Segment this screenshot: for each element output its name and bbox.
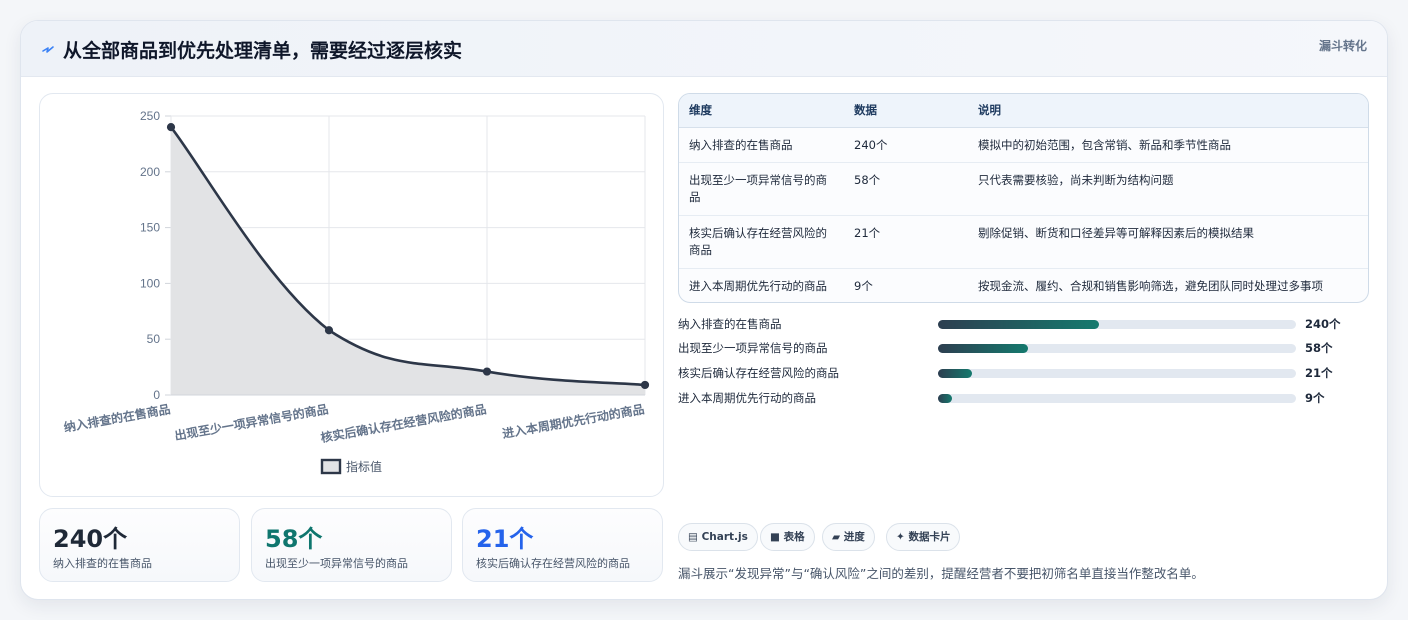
progress-label: 纳入排查的在售商品 xyxy=(678,317,782,331)
chip-table[interactable]: ■ 表格 xyxy=(760,523,815,551)
data-point xyxy=(640,380,650,390)
stat-label: 纳入排查的在售商品 xyxy=(53,557,152,570)
progress-value: 58个 xyxy=(1305,341,1333,355)
table-row: 出现至少一项异常信号的商品 58个 只代表需要核验，尚未判断为结构问题 xyxy=(679,162,1368,216)
progress-label: 核实后确认存在经营风险的商品 xyxy=(678,366,839,380)
chip-label: Chart.js xyxy=(701,531,748,543)
table-header-cell: 维度 xyxy=(679,94,844,128)
y-tick-label: 150 xyxy=(140,221,160,235)
series-area xyxy=(171,127,645,395)
y-tick-label: 0 xyxy=(153,388,160,402)
table-row: 纳入排查的在售商品 240个 模拟中的初始范围，包含常销、新品和季节性商品 xyxy=(679,127,1368,163)
chip-progress[interactable]: ▰ 进度 xyxy=(822,523,875,551)
progress-row: 核实后确认存在经营风险的商品 21个 xyxy=(678,364,1369,384)
progress-icon: ▰ xyxy=(832,531,841,543)
table-cell: 纳入排查的在售商品 xyxy=(679,127,844,163)
progress-fill xyxy=(938,369,972,378)
stat-value: 58个 xyxy=(265,525,323,553)
table-cell: 进入本周期优先行动的商品 xyxy=(689,278,827,293)
x-tick-label: 进入本周期优先行动的商品 xyxy=(501,401,645,441)
x-tick-label: 出现至少一项异常信号的商品 xyxy=(173,401,329,443)
progress-row: 纳入排查的在售商品 240个 xyxy=(678,315,1369,335)
data-point xyxy=(324,326,334,335)
chart-svg: 0 50 100 150 200 250 纳入排查的在售商品 出现至少一项异常信号的商品核实后… xyxy=(63,109,650,475)
progress-track xyxy=(938,394,1296,403)
chip-chartjs[interactable]: ▤ Chart.js xyxy=(678,523,758,551)
footnote: 漏斗展示“发现异常”与“确认风险”之间的差别，提醒经营者不要把初筛名单直接当作整… xyxy=(678,566,1204,581)
page-title: 从全部商品到优先处理清单，需要经过逐层核实 xyxy=(63,40,463,62)
progress-fill xyxy=(938,394,953,403)
table-row: 核实后确认存在经营风险的商品 21个 剔除促销、断货和口径差异等可解释因素后的模… xyxy=(679,215,1368,269)
y-tick-label: 200 xyxy=(140,165,160,179)
stat-value: 21个 xyxy=(476,525,534,553)
lightning-bolt-icon xyxy=(42,46,54,53)
y-tick-label: 250 xyxy=(140,109,160,123)
x-tick-label: 纳入排查的在售商品 xyxy=(63,401,172,435)
sparkle-icon: ✦ xyxy=(896,531,905,543)
legend-swatch xyxy=(320,458,342,475)
funnel-chart: 0 50 100 150 200 250 纳入排查的在售商品 出现至少一项异常信号的商品 核实后… xyxy=(39,93,664,497)
data-table: 维度 数据 说明 纳入排查的在售商品 240个 模拟中的初始范围，包含常销、新品… xyxy=(678,93,1369,303)
table-header-row: 维度 数据 说明 xyxy=(679,94,1368,128)
y-tick-label: 100 xyxy=(140,276,160,290)
category-tag: 漏斗转化 xyxy=(1318,39,1367,53)
progress-row: 进入本周期优先行动的商品 9个 xyxy=(678,389,1369,409)
chip-label: 进度 xyxy=(843,531,865,543)
stat-card-risk: 21个 核实后确认存在经营风险的商品 xyxy=(462,508,663,582)
data-point xyxy=(482,367,492,376)
table-cell: 240个 xyxy=(844,127,968,163)
data-point xyxy=(166,123,176,132)
table-icon: ■ xyxy=(770,531,780,543)
stat-label: 核实后确认存在经营风险的商品 xyxy=(476,557,630,570)
card-header: 从全部商品到优先处理清单，需要经过逐层核实 漏斗转化 xyxy=(21,21,1387,77)
progress-track xyxy=(938,344,1296,353)
progress-track xyxy=(938,369,1296,378)
legend-label: 指标值 xyxy=(346,459,382,474)
table-cell: 按现金流、履约、合规和销售影响筛选，避免团队同时处理过多事项 xyxy=(978,278,1323,293)
stat-label: 出现至少一项异常信号的商品 xyxy=(265,557,408,570)
table-cell: 9个 xyxy=(854,278,873,293)
table-header-cell: 数据 xyxy=(844,94,968,128)
chip-data-cards[interactable]: ✦ 数据卡片 xyxy=(886,523,961,551)
stat-value: 240个 xyxy=(53,525,128,553)
table-cell: 核实后确认存在经营风险的商品 xyxy=(679,215,844,269)
progress-label: 进入本周期优先行动的商品 xyxy=(678,391,816,405)
progress-value: 21个 xyxy=(1305,366,1333,380)
chip-label: 表格 xyxy=(783,531,805,543)
table-cell: 剔除促销、断货和口径差异等可解释因素后的模拟结果 xyxy=(968,215,1368,269)
progress-value: 9个 xyxy=(1305,391,1325,405)
table-row: 进入本周期优先行动的商品 9个 按现金流、履约、合规和销售影响筛选，避免团队同时… xyxy=(679,268,1368,302)
progress-fill xyxy=(938,320,1100,329)
chip-label: 数据卡片 xyxy=(908,531,951,543)
stat-card-total: 240个 纳入排查的在售商品 xyxy=(39,508,240,582)
table-header-cell: 说明 xyxy=(968,94,1368,128)
funnel-card: 从全部商品到优先处理清单，需要经过逐层核实 漏斗转化 0 50 100 150 200 2… xyxy=(20,20,1388,600)
y-tick-label: 50 xyxy=(147,332,161,346)
progress-label: 出现至少一项异常信号的商品 xyxy=(678,341,828,355)
progress-fill xyxy=(938,344,1028,353)
table-cell: 58个 xyxy=(844,162,968,216)
table-cell: 21个 xyxy=(844,215,968,269)
progress-value: 240个 xyxy=(1305,317,1341,331)
chart-icon: ▤ xyxy=(688,531,698,543)
stat-card-abnormal: 58个 出现至少一项异常信号的商品 xyxy=(251,508,452,582)
table-cell: 模拟中的初始范围，包含常销、新品和季节性商品 xyxy=(968,127,1368,163)
progress-row: 出现至少一项异常信号的商品 58个 xyxy=(678,339,1369,359)
table-cell: 只代表需要核验，尚未判断为结构问题 xyxy=(968,162,1368,216)
x-tick-label: 核实后确认存在经营风险的商品 xyxy=(319,401,487,445)
progress-track xyxy=(938,320,1296,329)
table-cell: 出现至少一项异常信号的商品 xyxy=(679,162,844,216)
